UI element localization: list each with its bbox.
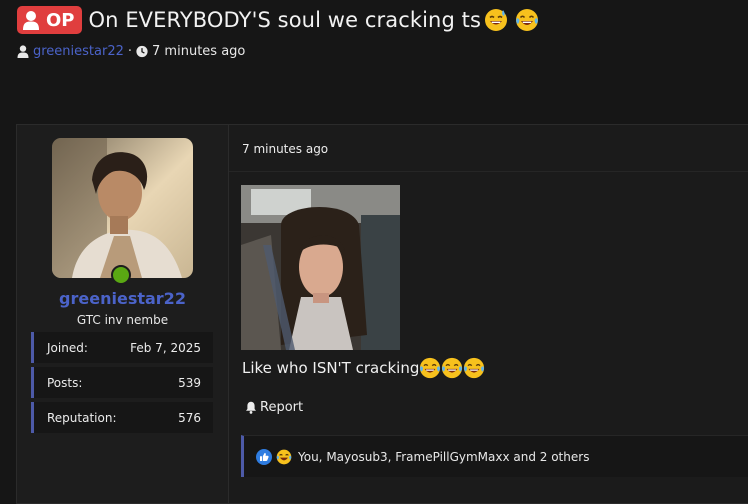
user-stats: Joined: Feb 7, 2025 Posts: 539 Reputatio… <box>31 332 213 437</box>
thread-header: OP On EVERYBODY'S soul we cracking ts gr… <box>0 0 748 95</box>
report-button[interactable]: Report <box>245 400 303 415</box>
thread-time-link[interactable]: 7 minutes ago <box>152 44 245 59</box>
post-message-pane: 7 minutes ago Like who ISN'T cracking Re… <box>228 125 748 503</box>
tears-of-joy-emoji <box>420 357 441 379</box>
bell-icon <box>246 401 256 414</box>
user-icon <box>17 45 29 58</box>
post-user-pane: greeniestar22 GTC inv nembe Joined: Feb … <box>17 125 228 503</box>
post-divider <box>229 171 748 172</box>
thread-title: On EVERYBODY'S soul we cracking ts <box>88 8 482 32</box>
stat-joined: Joined: Feb 7, 2025 <box>31 332 213 363</box>
avatar[interactable] <box>52 138 193 278</box>
thread-meta: greeniestar22 · 7 minutes ago <box>17 44 245 59</box>
post-time-link[interactable]: 7 minutes ago <box>242 142 328 156</box>
tears-of-joy-emoji <box>442 357 463 379</box>
report-label: Report <box>260 400 304 415</box>
user-title: GTC inv nembe <box>76 313 169 327</box>
meta-separator: · <box>127 44 133 59</box>
reactions-summary[interactable]: You, Mayosub3, FramePillGymMaxx and 2 ot… <box>298 450 589 464</box>
clock-icon <box>136 45 148 58</box>
stat-label: Reputation: <box>47 410 117 425</box>
stat-label: Posts: <box>47 375 83 390</box>
online-status-indicator <box>111 265 131 285</box>
stat-value: Feb 7, 2025 <box>130 340 201 355</box>
like-reaction-icon <box>256 448 272 465</box>
tears-of-joy-emoji <box>464 357 485 379</box>
post: greeniestar22 GTC inv nembe Joined: Feb … <box>16 124 748 504</box>
reactions-bar[interactable]: You, Mayosub3, FramePillGymMaxx and 2 ot… <box>241 435 748 477</box>
op-badge: OP <box>17 6 82 34</box>
op-badge-label: OP <box>46 9 75 31</box>
stat-value: 539 <box>178 375 201 390</box>
user-icon <box>23 11 39 30</box>
stat-reputation: Reputation: 576 <box>31 402 213 433</box>
stat-label: Joined: <box>47 340 88 355</box>
avatar-wrap[interactable] <box>52 138 193 285</box>
laugh-reaction-icon <box>276 449 292 464</box>
thread-title-row: OP On EVERYBODY'S soul we cracking ts <box>17 6 539 34</box>
post-body: Like who ISN'T cracking <box>242 357 485 379</box>
smiling-with-sweat-emoji <box>485 9 508 31</box>
stat-posts: Posts: 539 <box>31 367 213 398</box>
post-username[interactable]: greeniestar22 <box>17 289 228 308</box>
thread-author-link[interactable]: greeniestar22 <box>33 44 124 59</box>
post-body-text: Like who ISN'T cracking <box>242 359 420 377</box>
post-image[interactable] <box>241 185 400 350</box>
tears-of-joy-emoji <box>516 9 539 31</box>
stat-value: 576 <box>178 410 201 425</box>
